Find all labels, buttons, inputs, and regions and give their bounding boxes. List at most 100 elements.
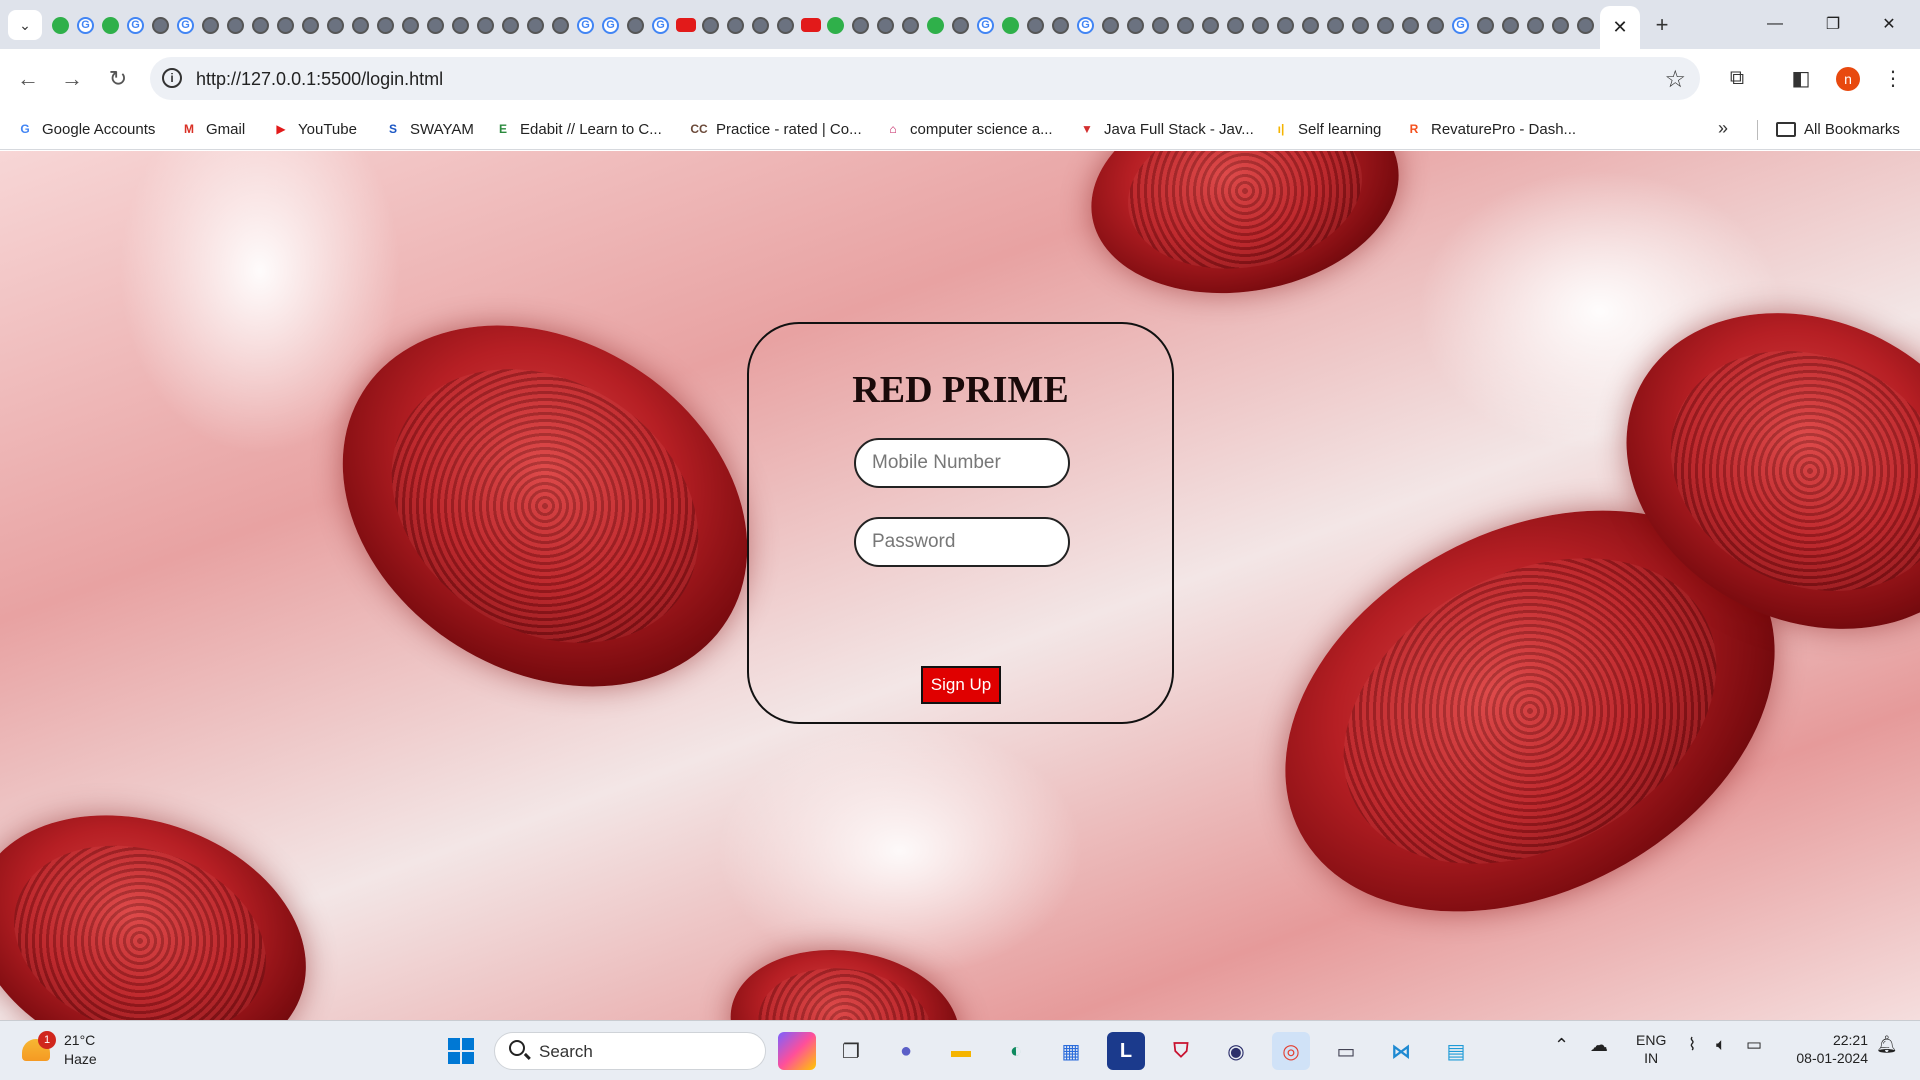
tab-favicon-globe[interactable] [1023,13,1048,37]
tab-favicon-globe[interactable] [248,13,273,37]
mobile-number-input[interactable] [854,438,1070,488]
tab-favicon-g[interactable]: G [1073,13,1098,37]
active-tab[interactable]: ✕ [1600,6,1640,49]
tab-favicon-globe[interactable] [1198,13,1223,37]
tab-favicon-globe[interactable] [1523,13,1548,37]
start-button[interactable] [442,1032,480,1070]
tab-favicon-grn[interactable] [923,13,948,37]
bookmark-item[interactable]: ▼ Java Full Stack - Jav... [1078,116,1254,142]
tab-favicon-g[interactable]: G [973,13,998,37]
tab-favicon-globe[interactable] [1348,13,1373,37]
tab-favicon-globe[interactable] [723,13,748,37]
tab-favicon-globe[interactable] [373,13,398,37]
tab-favicon-globe[interactable] [1098,13,1123,37]
reload-button[interactable]: ↻ [102,63,134,95]
tab-favicon-globe[interactable] [1548,13,1573,37]
tab-favicon-globe[interactable] [1173,13,1198,37]
taskbar-search[interactable]: Search [494,1032,766,1070]
onedrive-icon[interactable]: ☁ [1590,1035,1608,1056]
tab-favicon-globe[interactable] [423,13,448,37]
teams-chat-icon[interactable]: ● [887,1032,925,1070]
tab-favicon-g[interactable]: G [73,13,98,37]
weather-widget[interactable]: 1 21°C Haze [22,1031,97,1069]
tab-favicon-grn[interactable] [48,13,73,37]
close-window-button[interactable]: ✕ [1866,10,1912,38]
tab-favicon-globe[interactable] [1423,13,1448,37]
profile-avatar[interactable]: n [1836,67,1860,91]
tab-favicon-globe[interactable] [898,13,923,37]
site-info-icon[interactable]: i [162,68,182,88]
bookmark-item[interactable]: R RevaturePro - Dash... [1405,116,1576,142]
tab-favicon-globe[interactable] [1573,13,1596,37]
tab-favicon-globe[interactable] [398,13,423,37]
chrome-browser-icon[interactable]: ◎ [1272,1032,1310,1070]
tab-search-button[interactable]: ⌄ [8,10,42,40]
bookmark-item[interactable]: G Google Accounts [16,116,155,142]
bookmark-item[interactable]: CC Practice - rated | Co... [690,116,861,142]
file-explorer-icon[interactable]: ▬ [942,1032,980,1070]
tab-favicon-grn[interactable] [823,13,848,37]
language-indicator[interactable]: ENG IN [1636,1031,1666,1067]
tab-favicon-g[interactable]: G [598,13,623,37]
bookmark-item[interactable]: S SWAYAM [384,116,474,142]
show-hidden-icons[interactable]: ⌃ [1554,1035,1569,1056]
tab-favicon-globe[interactable] [148,13,173,37]
tab-favicon-yt[interactable] [673,13,698,37]
close-tab-icon[interactable]: ✕ [1612,17,1627,38]
new-tab-button[interactable]: + [1648,12,1676,38]
edge-browser-icon[interactable]: ◐ [997,1032,1035,1070]
tab-favicon-globe[interactable] [773,13,798,37]
tab-favicon-g[interactable]: G [573,13,598,37]
microsoft-store-icon[interactable]: ▦ [1052,1032,1090,1070]
tab-favicon-grn[interactable] [98,13,123,37]
clock[interactable]: 22:21 08-01-2024 [1788,1031,1868,1067]
tab-favicon-globe[interactable] [1373,13,1398,37]
tab-favicon-globe[interactable] [848,13,873,37]
tab-favicon-g[interactable]: G [123,13,148,37]
mcafee-icon[interactable]: ⛉ [1162,1032,1200,1070]
sign-up-button[interactable]: Sign Up [921,666,1001,704]
tab-favicon-g[interactable]: G [648,13,673,37]
tab-favicon-globe[interactable] [1298,13,1323,37]
vscode-icon[interactable]: ⋈ [1382,1032,1420,1070]
url-text[interactable]: http://127.0.0.1:5500/login.html [196,69,443,90]
notepad-icon[interactable]: ▤ [1437,1032,1475,1070]
restore-button[interactable]: ❐ [1810,10,1856,38]
address-bar[interactable]: i http://127.0.0.1:5500/login.html ☆ [150,57,1700,100]
tab-favicon-globe[interactable] [873,13,898,37]
bookmark-item[interactable]: ı| Self learning [1272,116,1382,142]
tab-favicon-globe[interactable] [698,13,723,37]
tab-favicon-globe[interactable] [498,13,523,37]
side-panel-icon[interactable]: ◧ [1786,63,1816,93]
tab-favicon-globe[interactable] [1473,13,1498,37]
tab-favicon-globe[interactable] [1048,13,1073,37]
task-view-icon[interactable]: ❐ [832,1032,870,1070]
tab-favicon-globe[interactable] [1223,13,1248,37]
minimize-button[interactable]: ― [1752,10,1798,38]
tab-favicon-grn[interactable] [998,13,1023,37]
tab-favicon-globe[interactable] [323,13,348,37]
tab-favicon-globe[interactable] [523,13,548,37]
tab-favicon-globe[interactable] [1148,13,1173,37]
tab-favicon-globe[interactable] [1273,13,1298,37]
bookmarks-overflow-icon[interactable]: » [1718,118,1728,139]
tab-favicon-globe[interactable] [748,13,773,37]
battery-icon[interactable]: ▭ [1746,1035,1762,1055]
tab-favicon-globe[interactable] [1123,13,1148,37]
tab-favicon-globe[interactable] [948,13,973,37]
tab-favicon-globe[interactable] [473,13,498,37]
tab-favicon-globe[interactable] [298,13,323,37]
bookmark-item[interactable]: E Edabit // Learn to C... [494,116,662,142]
tab-favicon-globe[interactable] [223,13,248,37]
tab-favicon-globe[interactable] [548,13,573,37]
password-input[interactable] [854,517,1070,567]
tab-favicon-globe[interactable] [1398,13,1423,37]
tab-favicon-globe[interactable] [1323,13,1348,37]
tab-favicon-globe[interactable] [448,13,473,37]
forward-button[interactable]: → [56,63,88,95]
sql-tool-icon[interactable]: ▭ [1327,1032,1365,1070]
tab-favicon-globe[interactable] [1248,13,1273,37]
tab-favicon-g[interactable]: G [1448,13,1473,37]
wifi-icon[interactable]: ⌇ [1688,1035,1696,1055]
eclipse-ide-icon[interactable]: ◉ [1217,1032,1255,1070]
